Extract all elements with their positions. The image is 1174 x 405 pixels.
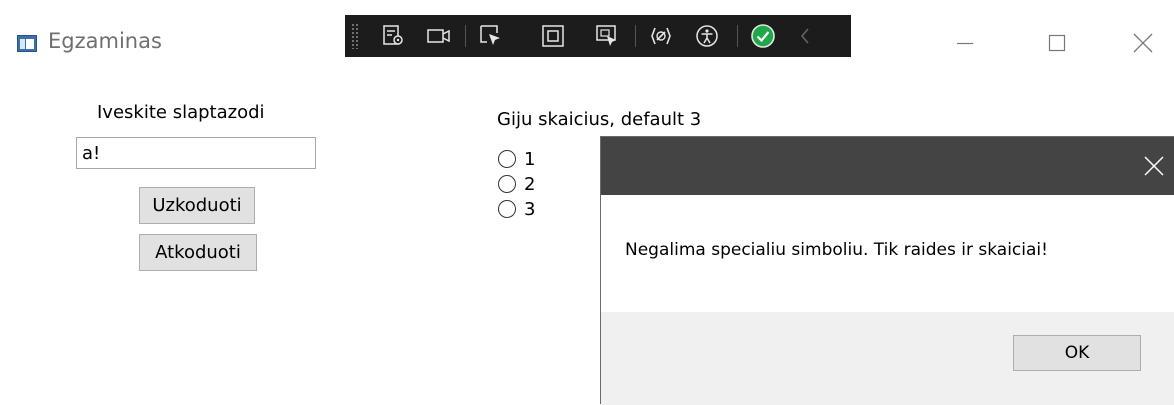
- toolbar-separator: [635, 25, 636, 47]
- collapse-toolbar-button[interactable]: [791, 22, 819, 50]
- hot-reload-icon: [651, 27, 671, 45]
- hot-reload-button[interactable]: [647, 22, 675, 50]
- record-button[interactable]: [425, 22, 453, 50]
- encode-button[interactable]: Uzkoduoti: [139, 187, 255, 224]
- maximize-button[interactable]: [1036, 22, 1078, 64]
- message-box-dialog: Negalima specialiu simboliu. Tik raides …: [600, 136, 1174, 405]
- ok-button[interactable]: OK: [1013, 335, 1141, 371]
- dialog-title-bar: [601, 137, 1174, 195]
- collapse-chevron-icon: [801, 28, 809, 44]
- decode-button[interactable]: Atkoduoti: [139, 234, 257, 271]
- close-icon: [1144, 156, 1164, 176]
- dialog-close-button[interactable]: [1139, 151, 1169, 181]
- radio-button[interactable]: [498, 175, 516, 193]
- maximize-icon: [1048, 34, 1066, 52]
- app-window-icon: [17, 35, 37, 52]
- accessibility-button[interactable]: [693, 22, 721, 50]
- password-input[interactable]: [76, 137, 316, 169]
- thread-option-3[interactable]: 3: [498, 198, 535, 220]
- toolbar-separator: [465, 25, 466, 47]
- debug-toolbar: [345, 15, 851, 57]
- window-title: Egzaminas: [48, 29, 162, 53]
- record-icon: [427, 29, 450, 43]
- toolbar-separator: [737, 25, 738, 47]
- thread-option-2[interactable]: 2: [498, 173, 535, 195]
- close-window-button[interactable]: [1122, 22, 1164, 64]
- thread-option-1[interactable]: 1: [498, 148, 535, 170]
- track-focus-button[interactable]: [593, 22, 621, 50]
- minimize-icon: [957, 42, 973, 45]
- binding-status-check-icon: [751, 24, 775, 48]
- radio-button[interactable]: [498, 150, 516, 168]
- close-icon: [1133, 33, 1153, 53]
- thread-count-label: Giju skaicius, default 3: [497, 109, 702, 130]
- select-element-button[interactable]: [477, 22, 505, 50]
- live-visual-tree-button[interactable]: [379, 22, 407, 50]
- password-label: Iveskite slaptazodi: [97, 102, 265, 123]
- live-visual-tree-icon: [383, 25, 403, 45]
- minimize-button[interactable]: [944, 22, 986, 64]
- select-element-icon: [480, 25, 500, 45]
- toolbar-grip-icon[interactable]: [351, 23, 359, 49]
- radio-button[interactable]: [498, 200, 516, 218]
- radio-label: 1: [524, 148, 536, 170]
- radio-label: 2: [524, 173, 536, 195]
- radio-label: 3: [524, 198, 536, 220]
- track-focus-icon: [596, 25, 616, 46]
- binding-status-button[interactable]: [749, 22, 777, 50]
- display-layout-adorners-button[interactable]: [539, 22, 567, 50]
- display-layout-adorners-icon: [542, 25, 564, 47]
- accessibility-icon: [696, 25, 718, 47]
- dialog-message: Negalima specialiu simboliu. Tik raides …: [625, 240, 1048, 260]
